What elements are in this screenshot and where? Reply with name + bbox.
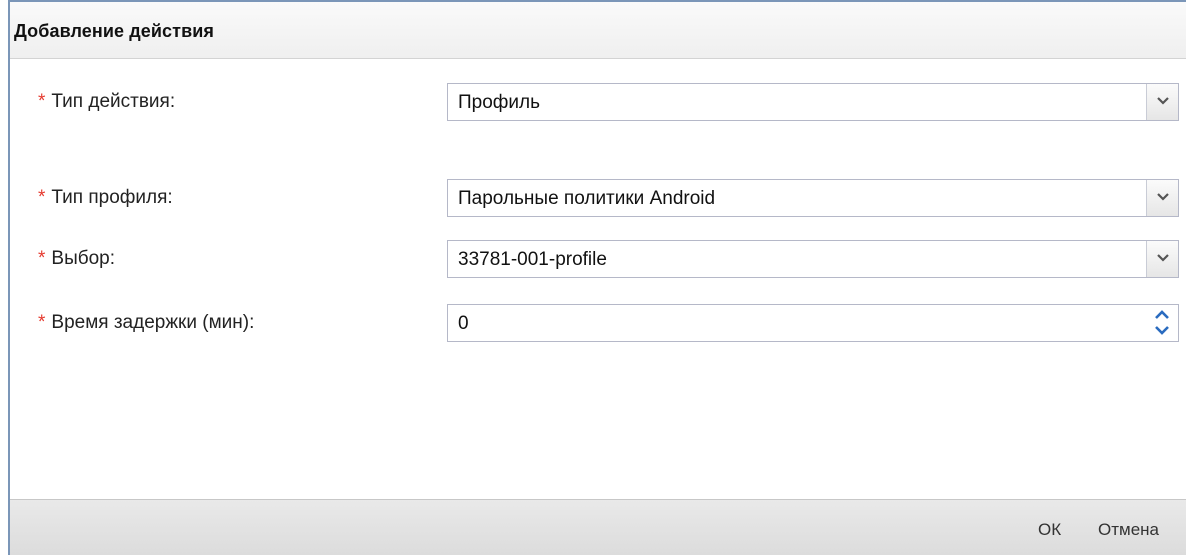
- selection-label-text: Выбор:: [51, 248, 116, 269]
- profile-type-select[interactable]: Парольные политики Android: [447, 179, 1179, 217]
- delay-label-text: Время задержки (мин):: [51, 312, 255, 333]
- selection-value: 33781-001-profile: [458, 249, 607, 270]
- chevron-down-icon: [1157, 254, 1169, 262]
- dialog-header: Добавление действия: [10, 2, 1186, 59]
- profile-type-dropdown-trigger[interactable]: [1146, 180, 1178, 216]
- spin-down-button[interactable]: [1146, 323, 1178, 341]
- required-mark: *: [38, 187, 46, 208]
- delay-value: 0: [458, 313, 469, 334]
- action-type-row: * Тип действия: Профиль: [10, 80, 1186, 124]
- spin-up-button[interactable]: [1146, 305, 1178, 323]
- dialog-body: * Тип действия: Профиль * Тип профиля: Пар…: [10, 59, 1186, 499]
- action-type-select[interactable]: Профиль: [447, 83, 1179, 121]
- delay-row: * Время задержки (мин): 0: [10, 301, 1186, 345]
- action-type-label: * Тип действия:: [38, 91, 175, 113]
- required-mark: *: [38, 312, 46, 333]
- ok-button[interactable]: ОК: [1038, 520, 1061, 540]
- action-type-dropdown-trigger[interactable]: [1146, 84, 1178, 120]
- chevron-down-icon: [1157, 193, 1169, 201]
- delay-label: * Время задержки (мин):: [38, 312, 254, 334]
- delay-spinner: [1146, 305, 1178, 341]
- profile-type-value: Парольные политики Android: [458, 188, 716, 209]
- arrow-up-icon: [1155, 310, 1169, 319]
- selection-select[interactable]: 33781-001-profile: [447, 240, 1179, 278]
- add-action-dialog: Добавление действия * Тип действия: Профи…: [8, 0, 1186, 555]
- selection-row: * Выбор: 33781-001-profile: [10, 237, 1186, 281]
- selection-dropdown-trigger[interactable]: [1146, 241, 1178, 277]
- profile-type-label: * Тип профиля:: [38, 187, 173, 209]
- action-type-value: Профиль: [458, 92, 541, 113]
- dialog-footer: ОК Отмена: [10, 499, 1186, 555]
- delay-number-field[interactable]: 0: [447, 304, 1179, 342]
- action-type-label-text: Тип действия:: [51, 91, 176, 112]
- profile-type-row: * Тип профиля: Парольные политики Android: [10, 176, 1186, 220]
- required-mark: *: [38, 248, 46, 269]
- arrow-down-icon: [1155, 326, 1169, 335]
- profile-type-label-text: Тип профиля:: [51, 187, 173, 208]
- cancel-button[interactable]: Отмена: [1098, 520, 1159, 540]
- required-mark: *: [38, 91, 46, 112]
- selection-label: * Выбор:: [38, 248, 115, 270]
- dialog-title: Добавление действия: [14, 21, 215, 41]
- chevron-down-icon: [1157, 97, 1169, 105]
